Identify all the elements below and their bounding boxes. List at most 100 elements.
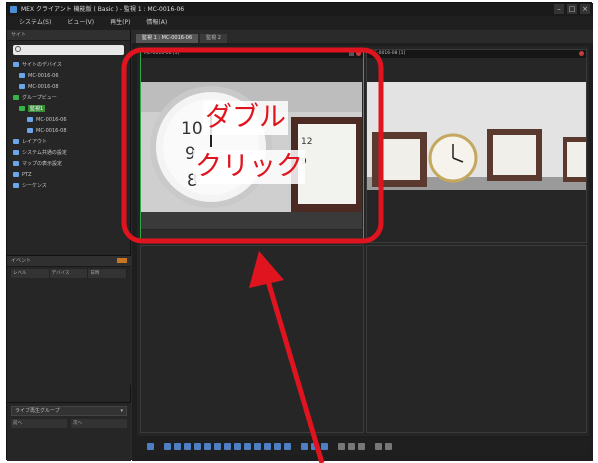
menu-view[interactable]: ビュー(V) (67, 16, 94, 30)
close-icon[interactable] (356, 51, 361, 56)
layout-5x5-icon[interactable] (194, 442, 201, 450)
tree-item[interactable]: グループビュー (13, 92, 130, 103)
tree-item[interactable]: 監視1 (13, 103, 130, 114)
tree-item[interactable]: MC-0016-06 (13, 114, 130, 125)
column-device[interactable]: デバイス (50, 269, 89, 278)
tree-item[interactable]: シーケンス (13, 180, 130, 191)
next-button[interactable]: 次へ (71, 419, 127, 428)
playback-group-label: ライブ再生グループ (15, 408, 60, 414)
next-page-icon[interactable] (311, 442, 318, 450)
prev-page-icon[interactable] (301, 442, 308, 450)
camera-cell-header: MC-0016-06 [1] (141, 50, 363, 58)
tree-item-label: MC-0016-08 (36, 127, 67, 134)
layout-grid-icon[interactable] (284, 442, 291, 450)
window-title: MEX クライアント 機能版 ( Basic ) - 監視 1 : MC-001… (21, 6, 185, 13)
record-icon[interactable] (348, 442, 355, 450)
fullscreen-icon[interactable] (375, 442, 382, 450)
pin-icon[interactable] (349, 51, 354, 56)
playback-group-select[interactable]: ライブ再生グループ ▾ (11, 406, 127, 416)
camera-cell-3[interactable] (140, 245, 364, 433)
menu-playback[interactable]: 再生(P) (110, 16, 130, 30)
sequence-icon[interactable] (321, 442, 328, 450)
view-icon (19, 106, 25, 111)
annotation-double: ダブル (203, 101, 288, 135)
tree-item-label: シーケンス (22, 183, 47, 189)
tree-item-label: PTZ (22, 171, 32, 178)
layout-2x2-icon[interactable] (164, 442, 171, 450)
search-input[interactable] (13, 45, 124, 55)
layout-1plus7-icon[interactable] (214, 442, 221, 450)
column-level[interactable]: レベル (11, 269, 50, 278)
camera-icon (27, 117, 33, 122)
camera-feed-2 (367, 82, 586, 190)
tree-item[interactable]: サイトのデバイス (13, 59, 130, 70)
snapshot-icon[interactable] (338, 442, 345, 450)
camera-name: MC-0016-06 [1] (144, 51, 180, 56)
layout-1plus12-icon[interactable] (224, 442, 231, 450)
settings-icon[interactable] (385, 442, 392, 450)
playback-panel: ライブ再生グループ ▾ 前へ 次へ (7, 402, 131, 461)
menu-info[interactable]: 情報(A) (146, 16, 167, 30)
layout-multi-icon[interactable] (274, 442, 281, 450)
close-icon[interactable]: × (580, 4, 590, 14)
site-panel-header: サイト (7, 30, 130, 41)
column-datetime[interactable]: 日時 (88, 269, 128, 278)
tab-view-1[interactable]: 監視 1 : MC-0016-06 (136, 34, 199, 43)
svg-text:12: 12 (301, 137, 312, 147)
audio-icon[interactable] (358, 442, 365, 450)
search-icon (15, 46, 21, 52)
tree-item-label: グループビュー (22, 95, 57, 101)
tree-item[interactable]: MC-0016-06 (13, 70, 130, 81)
tree-item-label: MC-0016-08 (28, 83, 59, 90)
chevron-down-icon: ▾ (120, 408, 123, 414)
close-icon[interactable] (579, 51, 584, 56)
bottom-toolbar (137, 438, 589, 454)
layout-wide-icon[interactable] (244, 442, 251, 450)
menu-bar: システム(S) ビュー(V) 再生(P) 情報(A) (7, 16, 593, 30)
layout-icon (13, 139, 19, 144)
camera-icon (27, 128, 33, 133)
tree-item[interactable]: マップの表示設定 (13, 158, 130, 169)
tree-item-label: システム共通の設定 (22, 150, 67, 156)
tree-item[interactable]: システム共通の設定 (13, 147, 130, 158)
tree-item-label: MC-0016-06 (28, 72, 59, 79)
menu-system[interactable]: システム(S) (19, 16, 51, 30)
tree-item[interactable]: レイアウト (13, 136, 130, 147)
layout-tall-icon[interactable] (254, 442, 261, 450)
ptz-icon (13, 172, 19, 177)
camera-cell-2[interactable]: MC-0016-08 [1] (366, 49, 587, 243)
tree-item[interactable]: PTZ (13, 169, 130, 180)
event-panel-header: イベント (7, 256, 131, 267)
event-table-header: レベル デバイス 日時 (11, 269, 128, 278)
tree-item-label: レイアウト (22, 139, 48, 145)
layout-3x3-icon[interactable] (174, 442, 181, 450)
layout-custom-icon[interactable] (264, 442, 271, 450)
window-controls: – □ × (554, 4, 590, 14)
svg-text:10: 10 (181, 119, 203, 139)
tree-item[interactable]: MC-0016-08 (13, 125, 130, 136)
layout-4x4-icon[interactable] (184, 442, 191, 450)
layout-2plus8-icon[interactable] (234, 442, 241, 450)
camera-cell-4[interactable] (366, 245, 587, 433)
tree-item[interactable]: MC-0016-08 (13, 81, 130, 92)
view-tabs: 監視 1 : MC-0016-06 監視 2 (132, 30, 593, 43)
app-window: MEX クライアント 機能版 ( Basic ) - 監視 1 : MC-001… (6, 2, 593, 461)
tree-item-label: MC-0016-06 (36, 116, 67, 123)
layout-1plus5-icon[interactable] (204, 442, 211, 450)
annotation-click: クリック (193, 150, 305, 184)
camera-icon (19, 84, 25, 89)
maximize-icon[interactable]: □ (567, 4, 577, 14)
minimize-icon[interactable]: – (554, 4, 564, 14)
layout-1x1-icon[interactable] (147, 442, 154, 450)
camera-icon (19, 73, 25, 78)
tree-item-label: マップの表示設定 (22, 161, 63, 167)
camera-cell-footer (141, 230, 362, 241)
camera-cell-1[interactable]: MC-0016-06 [1] 10 9 8 12 9 (140, 49, 364, 243)
prev-button[interactable]: 前へ (11, 419, 67, 428)
tab-view-2[interactable]: 監視 2 (200, 34, 227, 43)
playback-buttons: 前へ 次へ (11, 419, 127, 428)
site-tree: サイトのデバイス MC-0016-06 MC-0016-08 グループビュー監視1 MC… (7, 59, 130, 191)
settings-icon (13, 150, 19, 155)
camera-cell-header: MC-0016-08 [1] (367, 50, 586, 58)
tree-item-label: サイトのデバイス (22, 62, 62, 68)
